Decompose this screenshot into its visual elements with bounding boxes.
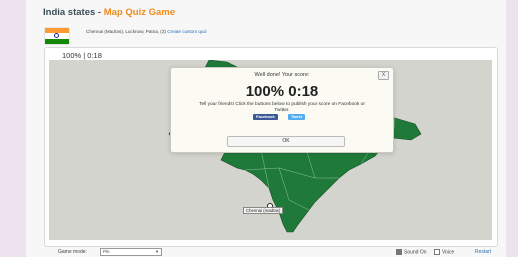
twitter-tweet-button[interactable]: Tweet bbox=[288, 114, 306, 120]
final-score: 100% 0:18 bbox=[245, 83, 319, 100]
share-message: Tell your friends! Click the buttons bel… bbox=[199, 102, 365, 113]
quiz-subtitle: Chennai (Madras), Lucknow, Patna, (3) Cr… bbox=[86, 29, 207, 34]
create-custom-quiz-link[interactable]: Create custom quiz bbox=[167, 29, 207, 34]
chevron-down-icon: ▼ bbox=[155, 249, 159, 254]
title-main: India states bbox=[43, 7, 96, 18]
ok-button[interactable]: OK bbox=[227, 136, 345, 147]
title-accent: Map Quiz Game bbox=[103, 7, 175, 18]
game-mode-select[interactable]: Pin ▼ bbox=[100, 248, 162, 256]
score-time-readout: 100% | 0:18 bbox=[62, 51, 102, 60]
voice-checkbox[interactable] bbox=[434, 249, 440, 255]
score-dialog: Well done! Your score: X 100% 0:18 Tell … bbox=[170, 67, 394, 153]
dialog-heading: Well done! Your score: bbox=[254, 72, 310, 78]
voice-toggle[interactable]: Voice bbox=[434, 249, 454, 255]
city-label: Chennai (madras) bbox=[243, 207, 284, 214]
close-button[interactable]: X bbox=[378, 71, 389, 80]
game-controls-bar: Game mode: Pin ▼ Sound On Voice Restart bbox=[44, 247, 496, 257]
city-list: Chennai (Madras), Lucknow, Patna, (3) bbox=[86, 29, 166, 34]
restart-link[interactable]: Restart bbox=[475, 249, 491, 255]
sound-toggle[interactable]: Sound On bbox=[396, 249, 427, 255]
facebook-share-button[interactable]: Facebook bbox=[253, 114, 278, 120]
india-flag-icon bbox=[45, 28, 69, 44]
sound-checkbox[interactable] bbox=[396, 249, 402, 255]
page-title: India states - Map Quiz Game bbox=[43, 7, 175, 18]
game-mode-label: Game mode: bbox=[58, 249, 87, 255]
